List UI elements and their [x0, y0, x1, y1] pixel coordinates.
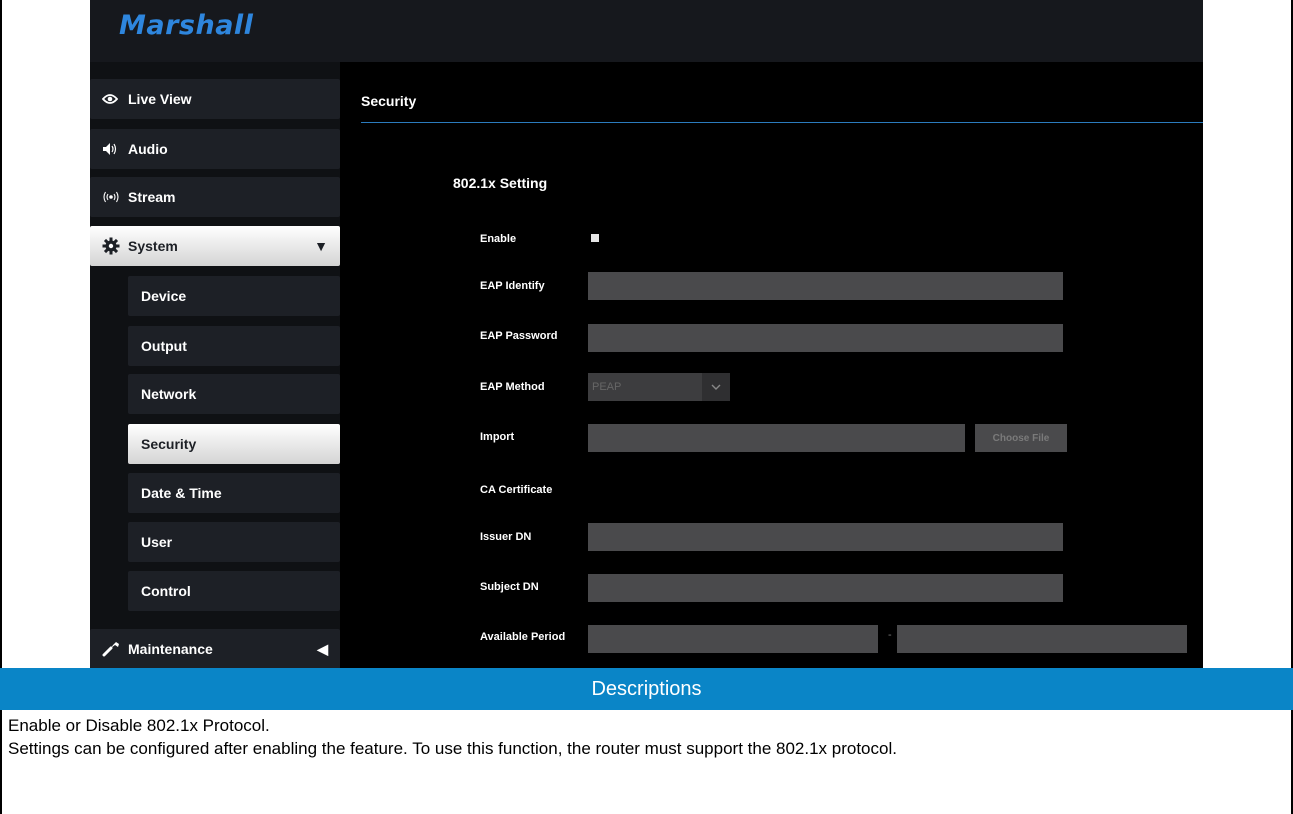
- description-line: Enable or Disable 802.1x Protocol.: [8, 716, 270, 735]
- issuer-dn-input[interactable]: [588, 523, 1063, 551]
- sidebar-item-label: Network: [141, 386, 197, 402]
- choose-file-button[interactable]: Choose File: [975, 424, 1067, 452]
- ca-certificate-label: CA Certificate: [480, 484, 553, 496]
- sidebar-item-live-view[interactable]: Live View: [90, 79, 340, 119]
- wrench-icon: [102, 641, 124, 657]
- description-line: Settings can be configured after enablin…: [8, 739, 897, 758]
- available-period-label: Available Period: [480, 631, 566, 643]
- section-title: 802.1x Setting: [453, 175, 548, 191]
- sidebar-subitem-date-time[interactable]: Date & Time: [128, 473, 340, 513]
- eap-identify-label: EAP Identify: [480, 280, 545, 292]
- chevron-left-icon: ◀: [317, 640, 328, 657]
- issuer-dn-label: Issuer DN: [480, 531, 532, 543]
- top-header: Marshall: [90, 0, 1203, 62]
- descriptions-header: Descriptions: [0, 668, 1293, 710]
- sidebar-item-label: Stream: [128, 189, 176, 205]
- subject-dn-input[interactable]: [588, 574, 1063, 602]
- descriptions-body: Enable or Disable 802.1x Protocol. Setti…: [8, 714, 1283, 760]
- eap-method-select[interactable]: PEAP: [588, 373, 730, 401]
- subject-dn-label: Subject DN: [480, 581, 539, 593]
- eap-identify-input[interactable]: [588, 272, 1063, 300]
- chevron-down-icon: ▼: [314, 238, 328, 254]
- sidebar-subitem-user[interactable]: User: [128, 522, 340, 562]
- broadcast-icon: [102, 191, 124, 203]
- marshall-logo: Marshall: [119, 10, 254, 41]
- sidebar-item-label: Date & Time: [141, 485, 222, 501]
- sidebar-item-label: System: [128, 238, 178, 254]
- available-period-to-input[interactable]: [897, 625, 1187, 653]
- eap-method-label: EAP Method: [480, 381, 545, 393]
- camera-web-ui: Marshall Live View Audio Stream System ▼…: [90, 0, 1203, 668]
- sidebar-item-label: User: [141, 534, 173, 550]
- import-file-path-input[interactable]: [588, 424, 965, 452]
- gear-icon: [102, 237, 124, 255]
- sidebar-subitem-device[interactable]: Device: [128, 276, 340, 316]
- period-separator: -: [888, 629, 892, 641]
- chevron-down-icon: [702, 373, 730, 401]
- sidebar-subitem-network[interactable]: Network: [128, 374, 340, 414]
- sidebar-item-label: Maintenance: [128, 641, 213, 657]
- sidebar-item-audio[interactable]: Audio: [90, 129, 340, 169]
- sidebar-item-stream[interactable]: Stream: [90, 177, 340, 217]
- sidebar-item-label: Live View: [128, 91, 192, 107]
- sidebar-subitem-security[interactable]: Security: [128, 424, 340, 464]
- eap-password-input[interactable]: [588, 324, 1063, 352]
- eap-password-label: EAP Password: [480, 330, 558, 342]
- available-period-from-input[interactable]: [588, 625, 878, 653]
- main-content: Security 802.1x Setting Enable EAP Ident…: [340, 62, 1203, 668]
- sidebar-item-label: Security: [141, 436, 197, 452]
- speaker-icon: [102, 142, 124, 156]
- sidebar-subitem-output[interactable]: Output: [128, 326, 340, 366]
- sidebar-item-label: Control: [141, 583, 191, 599]
- title-divider: [361, 122, 1203, 123]
- import-label: Import: [480, 431, 515, 443]
- sidebar: Live View Audio Stream System ▼ Device O…: [90, 62, 340, 668]
- sidebar-item-label: Output: [141, 338, 187, 354]
- sidebar-item-system[interactable]: System ▼: [90, 226, 340, 266]
- enable-label: Enable: [480, 233, 517, 245]
- eap-method-value: PEAP: [592, 381, 622, 393]
- sidebar-item-label: Device: [141, 288, 187, 304]
- page-title: Security: [361, 93, 417, 109]
- eye-icon: [102, 93, 124, 105]
- enable-checkbox[interactable]: [591, 234, 599, 242]
- sidebar-item-label: Audio: [128, 141, 168, 157]
- sidebar-item-maintenance[interactable]: Maintenance ◀: [90, 629, 340, 668]
- sidebar-subitem-control[interactable]: Control: [128, 571, 340, 611]
